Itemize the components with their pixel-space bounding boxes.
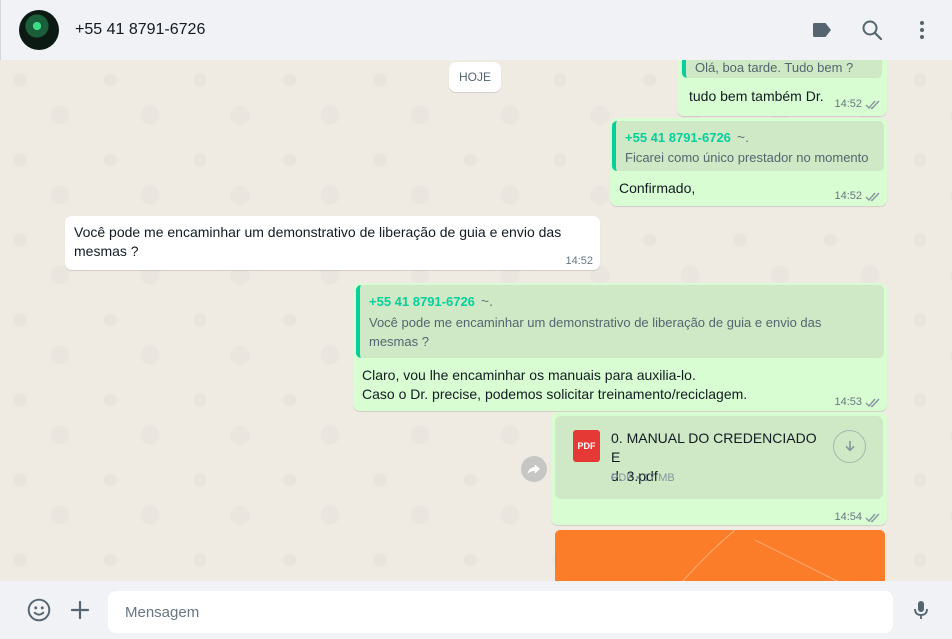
- message-text-line: Claro, vou lhe encaminhar os manuais par…: [362, 367, 696, 383]
- search-icon[interactable]: [858, 16, 886, 44]
- quote-text: Olá, boa tarde. Tudo bem ?: [695, 60, 854, 75]
- message-time: 14:52: [565, 255, 593, 267]
- message-text-line: Caso o Dr. precise, podemos solicitar tr…: [362, 386, 748, 402]
- chat-area[interactable]: Olá, boa tarde. Tudo bem ? tudo bem tamb…: [0, 60, 952, 581]
- document-card[interactable]: PDF 0. MANUAL DO CREDENCIADO E d. 3.pdf …: [555, 416, 883, 499]
- microphone-icon[interactable]: [906, 595, 936, 625]
- message-incoming[interactable]: Você pode me encaminhar um demonstrativo…: [65, 216, 600, 270]
- message-text-line: mesmas ?: [74, 243, 139, 259]
- quote-text-line: Você pode me encaminhar um demonstrativo…: [369, 315, 822, 330]
- quote-author-suffix: ~.: [480, 293, 493, 309]
- document-info: PDF • 17 MB: [611, 472, 675, 484]
- message-meta: 14:52: [834, 187, 881, 206]
- download-icon: [844, 440, 855, 451]
- message-meta: 14:52: [834, 95, 881, 114]
- message-outgoing-image[interactable]: [555, 530, 885, 581]
- message-meta: 14:52: [565, 252, 593, 271]
- menu-icon[interactable]: [908, 16, 936, 44]
- attach-plus-icon[interactable]: [65, 595, 95, 625]
- download-button[interactable]: [833, 430, 866, 463]
- read-ticks-icon: [865, 513, 880, 523]
- date-chip: HOJE: [449, 62, 501, 92]
- message-outgoing[interactable]: Olá, boa tarde. Tudo bem ? tudo bem tamb…: [677, 60, 887, 116]
- message-input[interactable]: [108, 591, 893, 633]
- message-meta: 14:54: [834, 508, 881, 527]
- contact-avatar[interactable]: [19, 10, 59, 50]
- quote-author-suffix: ~.: [736, 129, 749, 145]
- quoted-message[interactable]: +55 41 8791-6726 ~. Ficarei como único pr…: [612, 121, 884, 171]
- message-text: tudo bem também Dr.: [689, 88, 824, 104]
- message-outgoing[interactable]: +55 41 8791-6726 ~. Ficarei como único pr…: [610, 118, 887, 206]
- quote-text: Ficarei como único prestador no momento: [625, 150, 869, 165]
- message-outgoing-document[interactable]: PDF 0. MANUAL DO CREDENCIADO E d. 3.pdf …: [551, 412, 887, 525]
- forward-icon: [527, 464, 540, 475]
- quote-author: +55 41 8791-6726: [369, 294, 475, 309]
- chat-header: +55 41 8791-6726: [0, 0, 952, 60]
- forward-button[interactable]: [521, 456, 547, 482]
- quoted-message[interactable]: +55 41 8791-6726 ~. Você pode me encaminh…: [356, 285, 884, 358]
- message-time: 14:52: [834, 98, 862, 110]
- image-thumbnail: [682, 530, 839, 581]
- quote-text-line: mesmas ?: [369, 334, 429, 349]
- message-outgoing[interactable]: +55 41 8791-6726 ~. Você pode me encaminh…: [353, 283, 887, 411]
- message-text: Confirmado,: [619, 180, 696, 196]
- contact-name[interactable]: +55 41 8791-6726: [75, 21, 205, 39]
- message-time: 14:54: [834, 511, 862, 523]
- message-time: 14:53: [834, 396, 862, 408]
- message-text-line: Você pode me encaminhar um demonstrativo…: [74, 224, 562, 240]
- pdf-file-icon: PDF: [573, 430, 600, 462]
- read-ticks-icon: [865, 100, 880, 110]
- emoji-icon[interactable]: [24, 595, 54, 625]
- read-ticks-icon: [865, 398, 880, 408]
- quote-author: +55 41 8791-6726: [625, 130, 731, 145]
- message-time: 14:52: [834, 190, 862, 202]
- read-ticks-icon: [865, 192, 880, 202]
- quoted-message[interactable]: Olá, boa tarde. Tudo bem ?: [682, 60, 882, 78]
- compose-bar: [0, 581, 952, 639]
- label-icon[interactable]: [808, 16, 836, 44]
- message-meta: 14:53: [834, 393, 881, 412]
